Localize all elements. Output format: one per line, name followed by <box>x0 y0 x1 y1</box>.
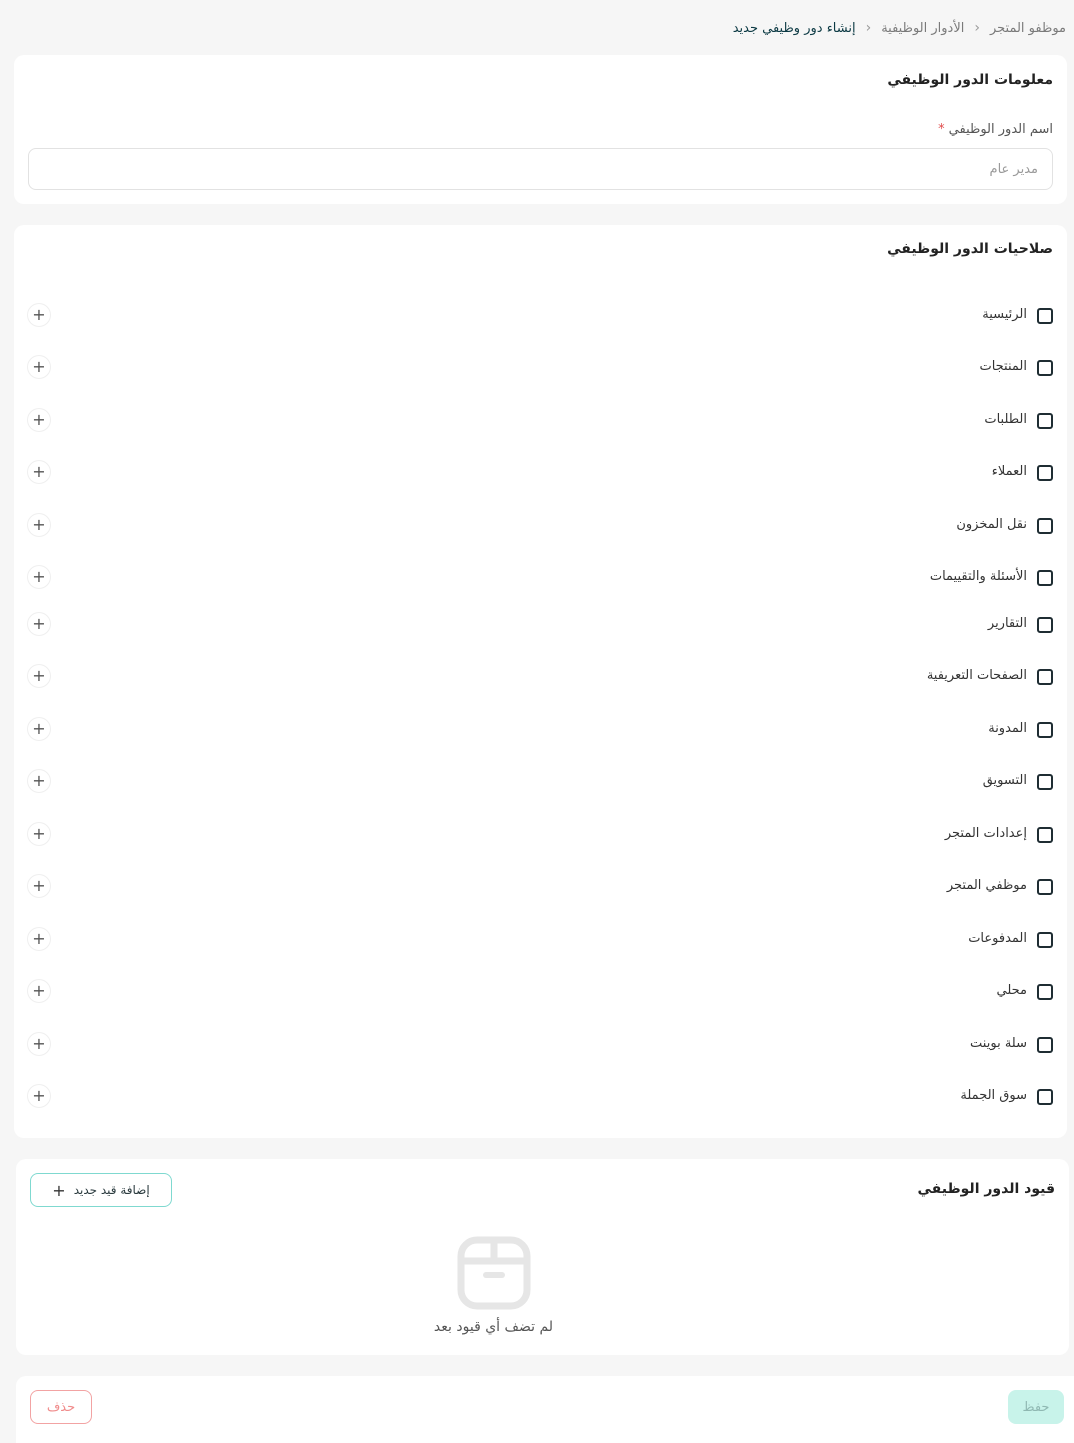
permission-checkbox[interactable] <box>1037 722 1053 738</box>
role-info-card: معلومات الدور الوظيفي اسم الدور الوظيفي … <box>14 55 1067 204</box>
permission-checkbox[interactable] <box>1037 617 1053 633</box>
permission-label[interactable]: التسويق <box>983 773 1027 788</box>
permission-label[interactable]: التقارير <box>988 616 1027 631</box>
permission-checkbox[interactable] <box>1037 413 1053 429</box>
expand-plus-icon[interactable]: + <box>28 566 50 588</box>
permission-row: الطلبات + <box>14 407 1067 437</box>
permission-row: الأسئلة والتقييمات + <box>14 564 1067 594</box>
empty-state-text: لم تضف أي قيود بعد <box>433 1319 554 1335</box>
constraints-card: قيود الدور الوظيفي إضافة قيد جديد + لم ت… <box>16 1159 1069 1355</box>
permission-row: موظفي المتجر + <box>14 873 1067 903</box>
permission-row: المدفوعات + <box>14 926 1067 956</box>
expand-plus-icon[interactable]: + <box>28 770 50 792</box>
expand-plus-icon[interactable]: + <box>28 514 50 536</box>
permission-checkbox[interactable] <box>1037 774 1053 790</box>
permission-checkbox[interactable] <box>1037 1089 1053 1105</box>
permission-label[interactable]: المنتجات <box>979 359 1027 374</box>
permission-label[interactable]: محلي <box>997 983 1028 998</box>
expand-plus-icon[interactable]: + <box>28 928 50 950</box>
permission-row: الصفحات التعريفية + <box>14 663 1067 693</box>
permission-label[interactable]: سوق الجملة <box>960 1088 1027 1103</box>
permission-checkbox[interactable] <box>1037 308 1053 324</box>
permissions-card: صلاحيات الدور الوظيفي الرئيسية + المنتجا… <box>14 225 1067 1138</box>
permission-checkbox[interactable] <box>1037 1037 1053 1053</box>
permission-row: محلي + <box>14 978 1067 1008</box>
breadcrumb-item-roles[interactable]: الأدوار الوظيفية <box>881 21 964 36</box>
permission-row: إعدادات المتجر + <box>14 821 1067 851</box>
role-name-input[interactable] <box>28 148 1053 190</box>
permission-row: سلة بوينت + <box>14 1031 1067 1061</box>
expand-plus-icon[interactable]: + <box>28 823 50 845</box>
permission-label[interactable]: الصفحات التعريفية <box>927 668 1027 683</box>
expand-plus-icon[interactable]: + <box>28 461 50 483</box>
add-constraint-button[interactable]: إضافة قيد جديد + <box>30 1173 172 1207</box>
permission-row: التقارير + <box>14 611 1067 641</box>
permission-checkbox[interactable] <box>1037 932 1053 948</box>
plus-icon: + <box>52 1180 66 1200</box>
expand-plus-icon[interactable]: + <box>28 718 50 740</box>
actions-bar: حفظ حذف <box>16 1376 1074 1443</box>
permission-checkbox[interactable] <box>1037 465 1053 481</box>
expand-plus-icon[interactable]: + <box>28 409 50 431</box>
permission-checkbox[interactable] <box>1037 570 1053 586</box>
permission-checkbox[interactable] <box>1037 518 1053 534</box>
expand-plus-icon[interactable]: + <box>28 304 50 326</box>
expand-plus-icon[interactable]: + <box>28 356 50 378</box>
breadcrumb-item-current: إنشاء دور وظيفي جديد <box>732 20 856 36</box>
chevron-left-icon: › <box>974 20 980 36</box>
role-info-title: معلومات الدور الوظيفي <box>887 72 1053 88</box>
breadcrumb-item-staff[interactable]: موظفو المتجر <box>990 21 1066 36</box>
permission-label[interactable]: العملاء <box>992 464 1027 479</box>
permission-label[interactable]: إعدادات المتجر <box>945 826 1027 841</box>
constraints-title: قيود الدور الوظيفي <box>917 1181 1055 1197</box>
role-name-label-text: اسم الدور الوظيفي <box>948 122 1053 137</box>
permission-label[interactable]: الرئيسية <box>982 307 1027 322</box>
expand-plus-icon[interactable]: + <box>28 980 50 1002</box>
permission-label[interactable]: نقل المخزون <box>956 517 1027 532</box>
permission-row: نقل المخزون + <box>14 512 1067 542</box>
permission-checkbox[interactable] <box>1037 360 1053 376</box>
permission-label[interactable]: الأسئلة والتقييمات <box>930 569 1027 584</box>
permission-row: العملاء + <box>14 459 1067 489</box>
permission-label[interactable]: موظفي المتجر <box>947 878 1027 893</box>
save-button[interactable]: حفظ <box>1008 1390 1064 1424</box>
permission-row: سوق الجملة + <box>14 1083 1067 1113</box>
permission-label[interactable]: المدونة <box>988 721 1027 736</box>
breadcrumb: موظفو المتجر › الأدوار الوظيفية › إنشاء … <box>733 16 1066 40</box>
permission-checkbox[interactable] <box>1037 827 1053 843</box>
permission-label[interactable]: الطلبات <box>984 412 1027 427</box>
permission-label[interactable]: سلة بوينت <box>970 1036 1027 1051</box>
permission-label[interactable]: المدفوعات <box>968 931 1027 946</box>
expand-plus-icon[interactable]: + <box>28 665 50 687</box>
permission-row: المنتجات + <box>14 354 1067 384</box>
expand-plus-icon[interactable]: + <box>28 1085 50 1107</box>
permissions-title: صلاحيات الدور الوظيفي <box>887 241 1053 257</box>
delete-button[interactable]: حذف <box>30 1390 92 1424</box>
required-mark: * <box>938 122 945 137</box>
role-name-label: اسم الدور الوظيفي * <box>938 122 1053 137</box>
permission-checkbox[interactable] <box>1037 669 1053 685</box>
add-constraint-label: إضافة قيد جديد <box>73 1183 150 1197</box>
page: موظفو المتجر › الأدوار الوظيفية › إنشاء … <box>0 0 1074 1443</box>
permission-checkbox[interactable] <box>1037 879 1053 895</box>
permission-row: المدونة + <box>14 716 1067 746</box>
expand-plus-icon[interactable]: + <box>28 1033 50 1055</box>
permission-row: الرئيسية + <box>14 302 1067 332</box>
chevron-left-icon: › <box>865 20 872 36</box>
permission-checkbox[interactable] <box>1037 984 1053 1000</box>
box-icon <box>457 1236 531 1310</box>
permission-row: التسويق + <box>14 768 1067 798</box>
expand-plus-icon[interactable]: + <box>28 613 50 635</box>
expand-plus-icon[interactable]: + <box>28 875 50 897</box>
